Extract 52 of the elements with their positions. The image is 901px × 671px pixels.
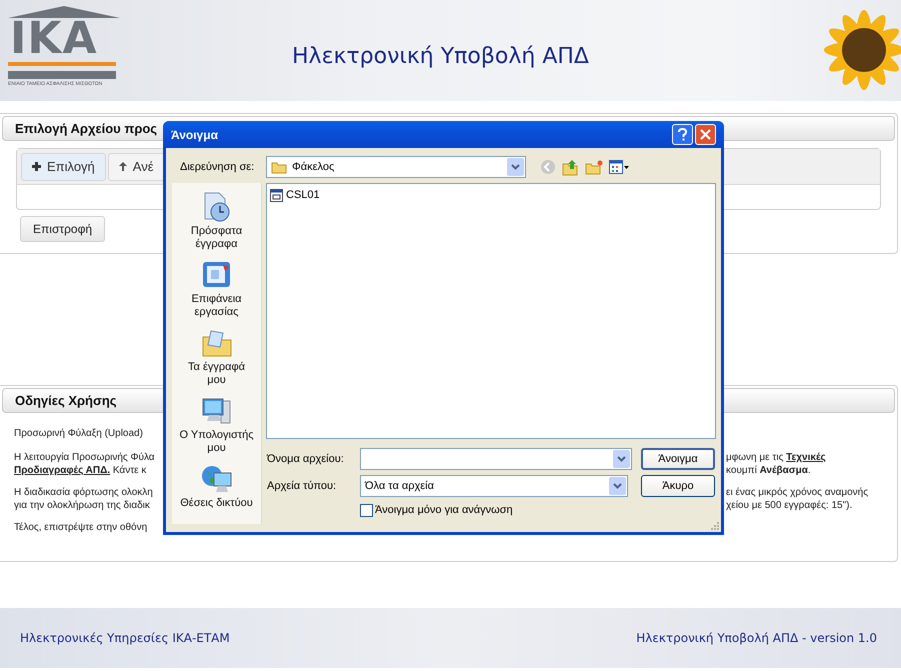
instruction-text: Η λειτουργία Προσωρινής Φύλα <box>14 452 155 463</box>
instruction-text: Τέλος, επιστρέψτε στην οθόνη <box>14 522 148 533</box>
page-title: Ηλεκτρονική Υποβολή ΑΠΔ <box>292 43 589 71</box>
question-mark-icon <box>678 128 687 141</box>
place-label[interactable]: Επιφάνεια εργασίας <box>178 293 254 319</box>
checkbox-label: Άνοιγμα μόνο για ανάγνωση <box>375 503 513 518</box>
folder-icon <box>271 160 287 174</box>
file-name-field[interactable] <box>360 448 632 470</box>
place-label[interactable]: Πρόσφατα έγγραφα <box>178 225 254 251</box>
dialog-title: Άνοιγμα <box>171 126 219 144</box>
look-in-label: Διερεύνηση σε: <box>180 160 256 175</box>
link[interactable]: Προδιαγραφές ΑΠΔ. <box>14 465 110 476</box>
file-name-label: Όνομα αρχείου: <box>267 452 345 467</box>
place-label[interactable]: Θέσεις δικτύου <box>178 497 254 510</box>
instruction-heading: Προσωρινή Φύλαξη (Upload) <box>14 427 143 440</box>
file-type-dropdown[interactable]: Όλα τα αρχεία <box>360 475 628 497</box>
instruction-text: για την ολοκλήρωση της διαδικ <box>14 500 150 511</box>
up-folder-icon <box>562 158 579 176</box>
instruction-text: ει ένας μικρός χρόνος αναμονής <box>726 487 868 498</box>
back-icon <box>540 159 556 175</box>
instruction-text: χείου με 500 εγγραφές: 15"). <box>726 500 852 511</box>
link[interactable]: Τεχνικές <box>786 452 826 463</box>
plus-icon <box>32 162 41 171</box>
file-item[interactable]: CSL01 <box>270 187 712 203</box>
resize-grip-icon <box>709 520 719 530</box>
add-button[interactable]: Επιλογή <box>21 152 106 180</box>
panel-title: Οδηγίες Χρήσης <box>15 392 117 410</box>
help-button[interactable] <box>672 124 693 145</box>
globe-computer-icon[interactable] <box>200 463 232 495</box>
place-label[interactable]: Ο Υπολογιστής μου <box>178 429 254 455</box>
logo-text: IKA <box>9 18 98 60</box>
version-text: Ηλεκτρονική Υποβολή ΑΠΔ - version 1.0 <box>636 630 878 647</box>
open-button[interactable]: Άνοιγμα <box>641 448 715 470</box>
instruction-text: μφωνη με τις Τεχνικές <box>726 452 826 463</box>
panel-title: Επιλογή Αρχείου προς <box>15 120 158 138</box>
arrow-icon <box>118 162 127 171</box>
new-folder-icon <box>585 160 603 174</box>
cancel-button[interactable]: Άκυρο <box>641 475 715 497</box>
close-icon <box>700 129 711 140</box>
upload-button[interactable]: Ανέ <box>108 152 165 180</box>
close-button[interactable] <box>695 124 716 145</box>
view-menu-icon <box>609 160 630 174</box>
file-icon <box>270 188 283 202</box>
look-in-dropdown[interactable]: Φάκελος <box>266 156 526 178</box>
file-type-label: Αρχεία τύπου: <box>267 478 338 494</box>
footer-text: Ηλεκτρονικές Υπηρεσίες ΙΚΑ-ΕΤΑΜ <box>20 630 230 647</box>
instruction-text: Προδιαγραφές ΑΠΔ. Κάντε κ <box>14 465 146 476</box>
checkbox[interactable] <box>360 504 373 517</box>
back-button[interactable]: Επιστροφή <box>20 216 106 242</box>
instruction-text: Η διαδικασία φόρτωσης ολοκλη <box>14 487 153 498</box>
place-label[interactable]: Τα έγγραφά μου <box>178 361 254 387</box>
instruction-text: κουμπί Ανέβασμα. <box>726 465 811 476</box>
